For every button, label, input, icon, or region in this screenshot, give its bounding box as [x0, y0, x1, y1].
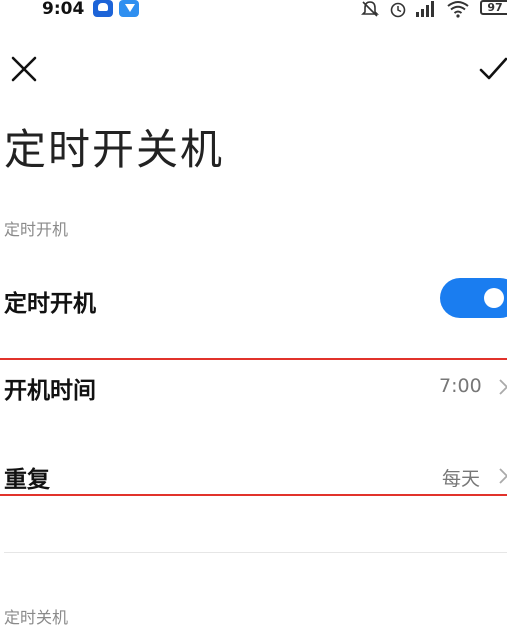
bell-off-icon	[361, 1, 379, 17]
status-time: 9:04	[42, 0, 85, 19]
section-divider	[4, 552, 507, 553]
section-label-power-off: 定时关机	[4, 608, 69, 627]
repeat-label: 重复	[4, 467, 50, 493]
battery-icon: 97	[480, 0, 507, 15]
section-label-power-on: 定时开机	[4, 220, 69, 239]
chevron-right-icon	[499, 468, 507, 484]
power-on-time-value: 7:00	[439, 375, 482, 397]
power-on-toggle[interactable]	[440, 278, 507, 318]
wifi-icon	[447, 1, 469, 18]
status-bar: 9:04 97	[0, 0, 507, 22]
alarm-icon	[390, 2, 406, 18]
signal-icon	[416, 1, 434, 17]
power-on-toggle-label: 定时开机	[4, 291, 96, 317]
close-icon[interactable]	[10, 55, 38, 83]
check-icon[interactable]	[478, 55, 507, 83]
repeat-value: 每天	[442, 468, 481, 490]
app-notification-icon	[93, 0, 113, 17]
power-on-time-label: 开机时间	[4, 378, 96, 404]
screen: 9:04 97 定时开关机 定时开机 定时开机 开机时间 7:00 重复 每天 …	[0, 0, 507, 632]
page-title: 定时开关机	[4, 125, 225, 174]
app-notification-icon	[119, 0, 139, 17]
chevron-right-icon	[499, 379, 507, 395]
toggle-knob	[484, 288, 504, 308]
